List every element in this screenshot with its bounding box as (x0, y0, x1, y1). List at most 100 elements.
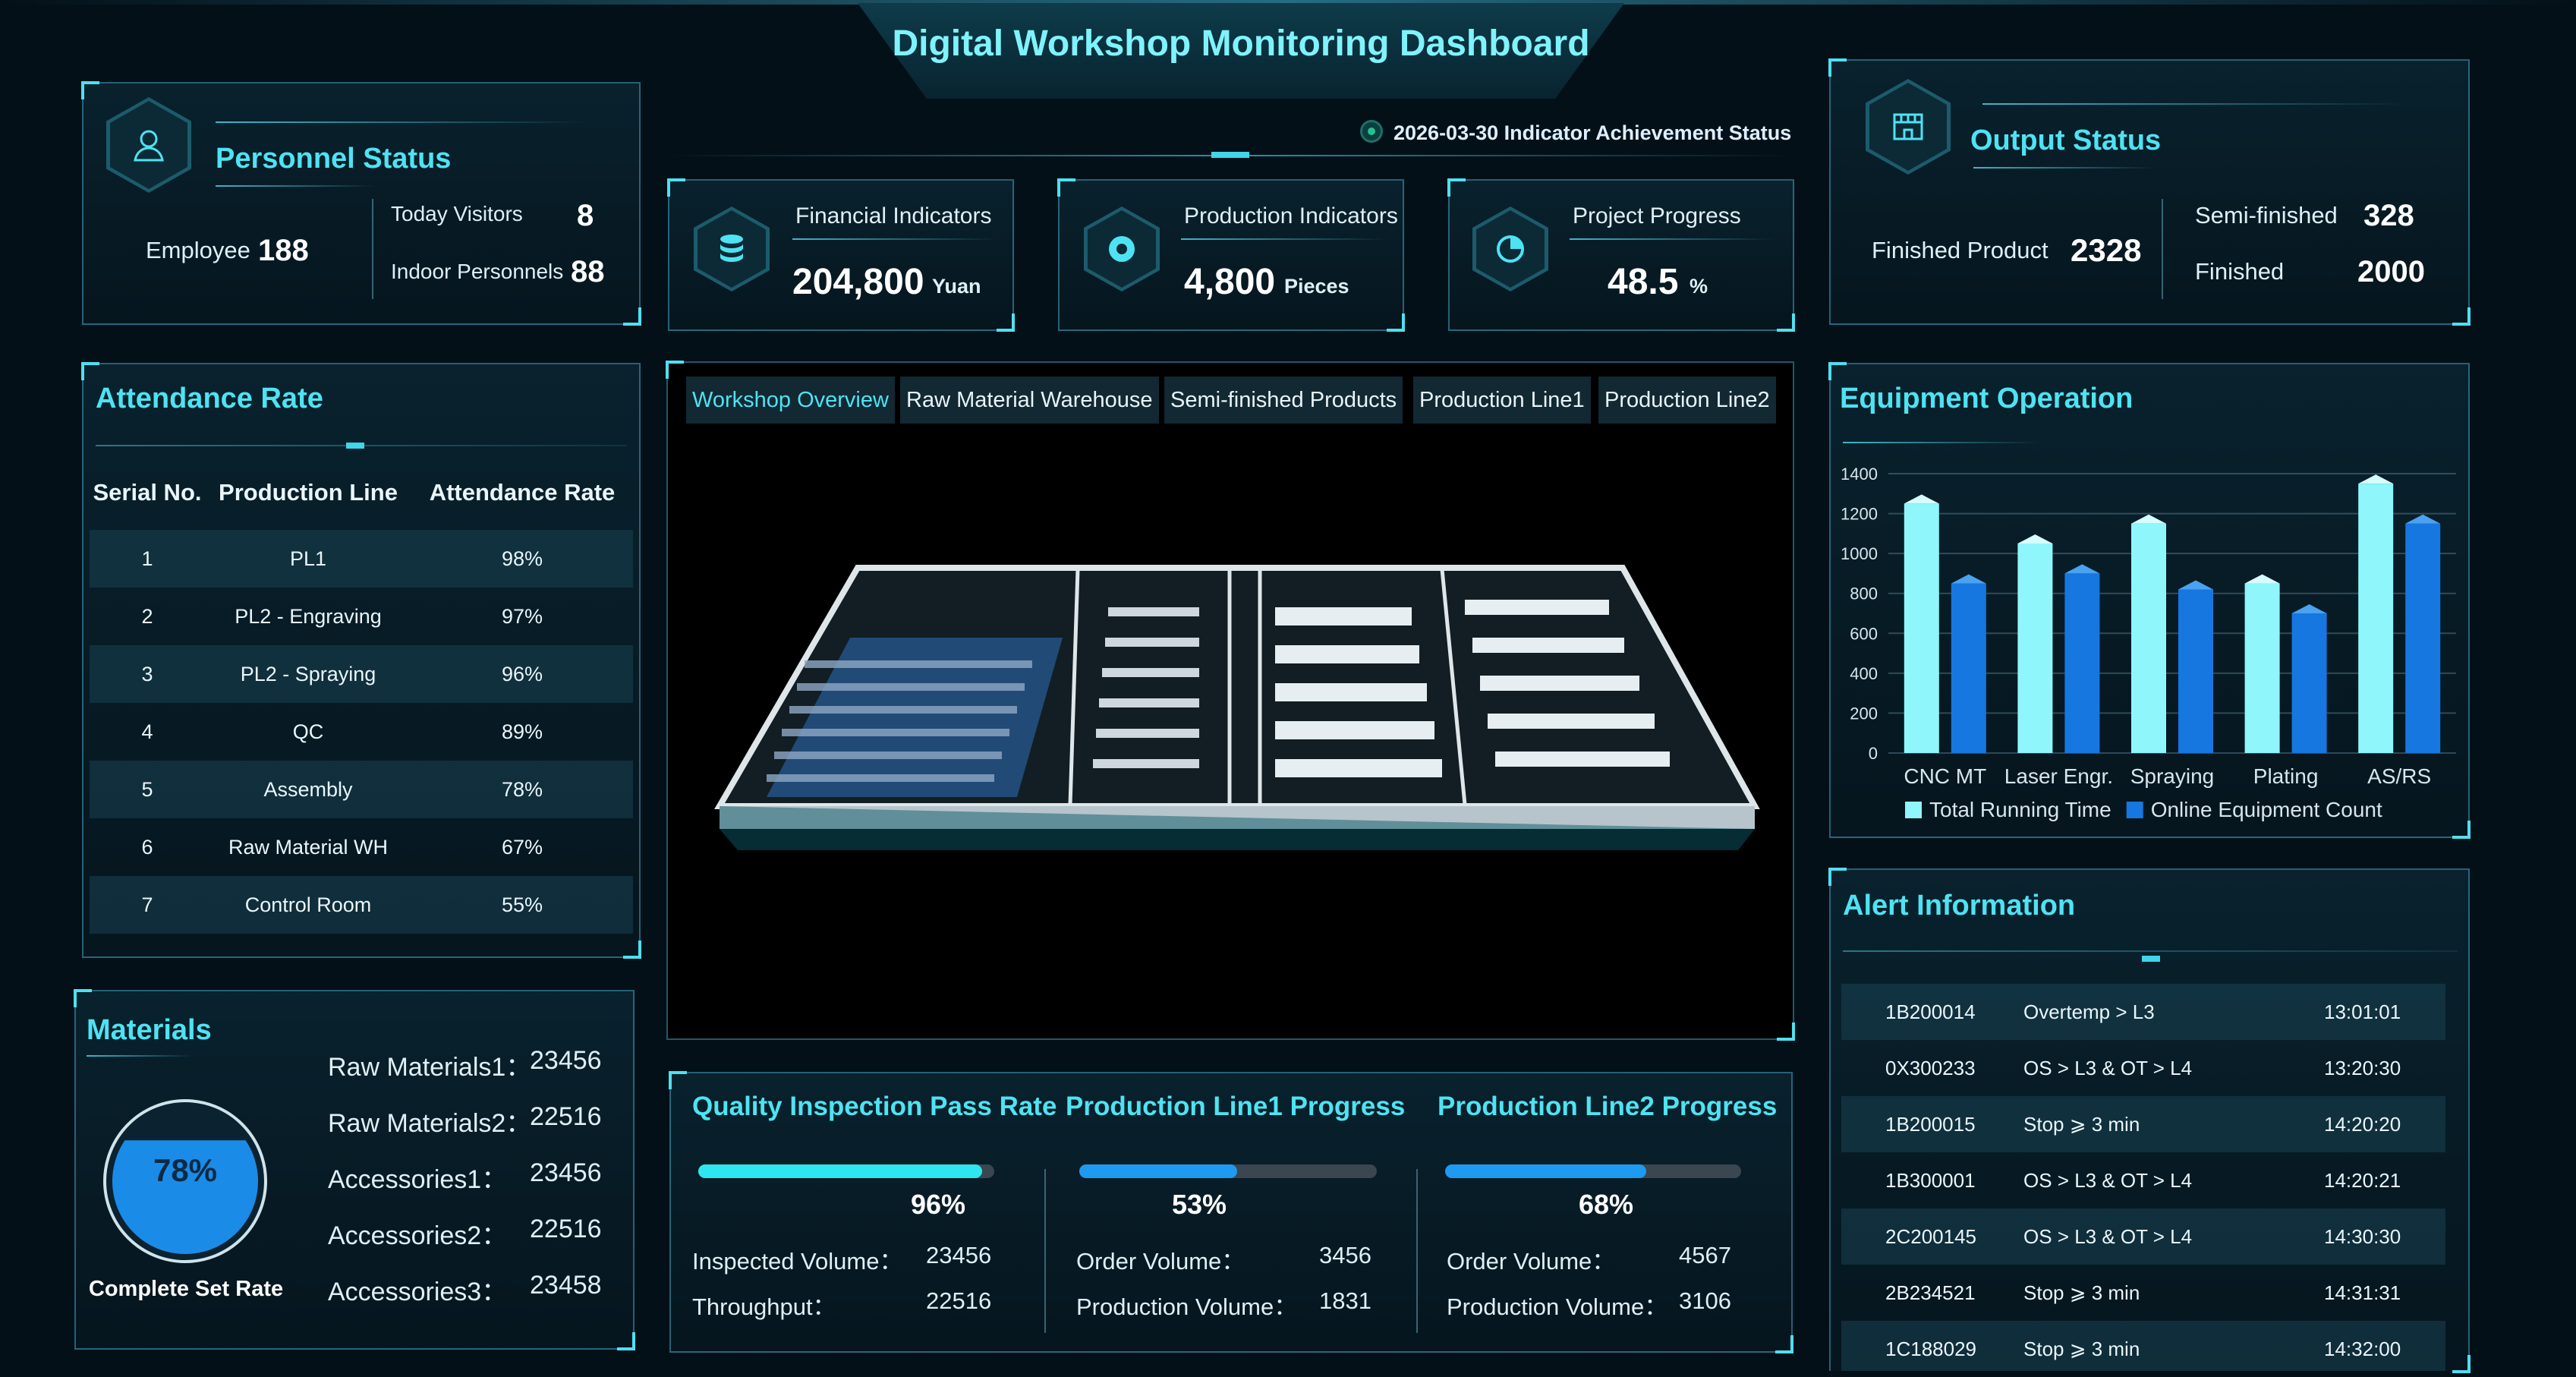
decor-line (792, 238, 997, 240)
table-cell: 97% (501, 604, 543, 628)
progress-stat-value: 22516 (926, 1287, 992, 1314)
alert-message: Overtemp > L3 (2023, 1000, 2155, 1023)
x-tick-label: AS/RS (2367, 764, 2431, 788)
y-tick-label: 1200 (1841, 505, 1878, 524)
progress-stat-label: Inspected Volume： (692, 1248, 903, 1275)
y-tick-label: 1400 (1841, 465, 1878, 484)
progress-title: Production Line1 Progress (1066, 1092, 1406, 1121)
alert-time: 14:31:31 (2324, 1281, 2401, 1304)
bar-cap (2178, 580, 2213, 590)
bar-cap (2064, 564, 2100, 574)
table-cell: 55% (411, 876, 633, 934)
tab-production-line1[interactable]: Production Line1 (1413, 377, 1591, 424)
progress-stat-label: Throughput： (692, 1293, 836, 1320)
bar (1951, 583, 1986, 753)
decor-line (1843, 950, 2458, 952)
progress-stat-label: Production Volume： (1447, 1293, 1668, 1320)
bar (2291, 613, 2327, 753)
alert-time: 14:30:30 (2324, 1225, 2401, 1248)
finished-product-value: 2328 (2071, 232, 2142, 268)
attendance-title: Attendance Rate (96, 383, 323, 414)
divider (1044, 1169, 1046, 1333)
bar (2064, 573, 2100, 753)
x-tick-label: Plating (2253, 764, 2319, 788)
alert-message: Stop ⩾ 3 min (2023, 1338, 2140, 1360)
table-cell: Raw Material WH (228, 835, 389, 859)
x-tick-label: Laser Engr. (2004, 764, 2113, 788)
alert-row[interactable]: 1B200014 Overtemp > L3 13:01:01 (1841, 984, 2445, 1040)
bar (2131, 523, 2166, 753)
financial-value: 204,800 (792, 262, 924, 302)
bar-cap (2017, 534, 2053, 544)
table-row[interactable]: 5 Assembly 78% (90, 761, 633, 818)
legend-label: Online Equipment Count (2151, 798, 2382, 821)
production-unit: Pieces (1284, 275, 1349, 298)
table-header: Serial No. Production Line Attendance Ra… (90, 455, 633, 530)
table-row[interactable]: 3 PL2 - Spraying 96% (90, 645, 633, 703)
legend-label: Total Running Time (1929, 798, 2112, 821)
legend-swatch (1905, 802, 1922, 818)
employee-label: Employee (146, 237, 250, 263)
table-cell: 2 (141, 604, 153, 628)
table-cell: 78% (411, 761, 633, 818)
table-row[interactable]: 2 PL2 - Engraving 97% (90, 588, 633, 645)
alert-row[interactable]: 2B234521 Stop ⩾ 3 min 14:31:31 (1841, 1265, 2445, 1321)
table-row[interactable]: 1 PL1 98% (90, 530, 633, 588)
production-value: 4,800 (1184, 262, 1276, 302)
y-tick-label: 1000 (1841, 544, 1878, 563)
y-tick-label: 400 (1850, 664, 1878, 683)
alert-message: Stop ⩾ 3 min (2023, 1113, 2140, 1136)
divider-marker (1211, 152, 1249, 158)
store-icon (1893, 113, 1923, 140)
material-value: 23456 (530, 1158, 602, 1187)
decor-line (1570, 238, 1775, 240)
alert-message: OS > L3 & OT > L4 (2023, 1225, 2193, 1248)
table-cell: 7 (90, 876, 205, 934)
table-cell: Assembly (205, 761, 411, 818)
alert-row[interactable]: 1C188029 Stop ⩾ 3 min 14:32:00 (1841, 1321, 2445, 1371)
divider (2162, 199, 2163, 299)
divider-marker (2142, 956, 2160, 962)
pie-icon (1497, 235, 1524, 263)
table-row[interactable]: 6 Raw Material WH 67% (90, 818, 633, 876)
table-cell: 96% (411, 645, 633, 703)
page-title: Digital Workshop Monitoring Dashboard (892, 24, 1590, 64)
user-icon (134, 130, 164, 162)
progress-percent: 96% (911, 1189, 966, 1220)
table-row[interactable]: 4 QC 89% (90, 703, 633, 761)
bar-cap (2244, 574, 2280, 584)
progress-stat-label: Order Volume： (1447, 1248, 1616, 1275)
alert-row[interactable]: 1B200015 Stop ⩾ 3 min 14:20:20 (1841, 1096, 2445, 1152)
bar-cap (2291, 604, 2327, 613)
bar (2244, 583, 2280, 753)
material-label: Raw Materials1： (328, 1053, 532, 1082)
tab-workshop-overview[interactable]: Workshop Overview (686, 377, 895, 424)
semi-finished-label: Semi-finished (2195, 202, 2338, 228)
line1-progress-bar (1079, 1164, 1377, 1178)
alert-message: OS > L3 & OT > L4 (2023, 1169, 2193, 1192)
material-value: 22516 (530, 1102, 602, 1131)
bar (2017, 544, 2053, 753)
alert-row[interactable]: 1B300001 OS > L3 & OT > L4 14:20:21 (1841, 1152, 2445, 1208)
progress-label: Project Progress (1573, 203, 1741, 228)
tab-production-line2[interactable]: Production Line2 (1598, 377, 1776, 424)
table-row[interactable]: 7 Control Room 55% (90, 876, 633, 934)
alert-row[interactable]: 2C200145 OS > L3 & OT > L4 14:30:30 (1841, 1208, 2445, 1265)
workshop-3d-model[interactable] (713, 547, 1761, 888)
table-cell: PL2 - Spraying (205, 645, 411, 703)
table-cell: 4 (141, 720, 153, 743)
tab-raw-material-warehouse[interactable]: Raw Material Warehouse (900, 377, 1159, 424)
bar-cap (2358, 474, 2394, 484)
alert-row[interactable]: 0X300233 OS > L3 & OT > L4 13:20:30 (1841, 1040, 2445, 1096)
decor-line (1973, 167, 2156, 169)
decor-line (87, 1055, 193, 1057)
progress-stat-value: 4567 (1679, 1242, 1731, 1268)
bar-cap (2405, 514, 2441, 524)
material-label: Accessories1： (328, 1165, 508, 1194)
tab-semi-finished-products[interactable]: Semi-finished Products (1164, 377, 1403, 424)
alert-message: OS > L3 & OT > L4 (2023, 1057, 2193, 1079)
y-tick-label: 200 (1850, 704, 1878, 723)
table-cell: 89% (501, 720, 543, 743)
material-label: Raw Materials2： (328, 1109, 532, 1138)
alert-message: Stop ⩾ 3 min (2023, 1281, 2140, 1304)
